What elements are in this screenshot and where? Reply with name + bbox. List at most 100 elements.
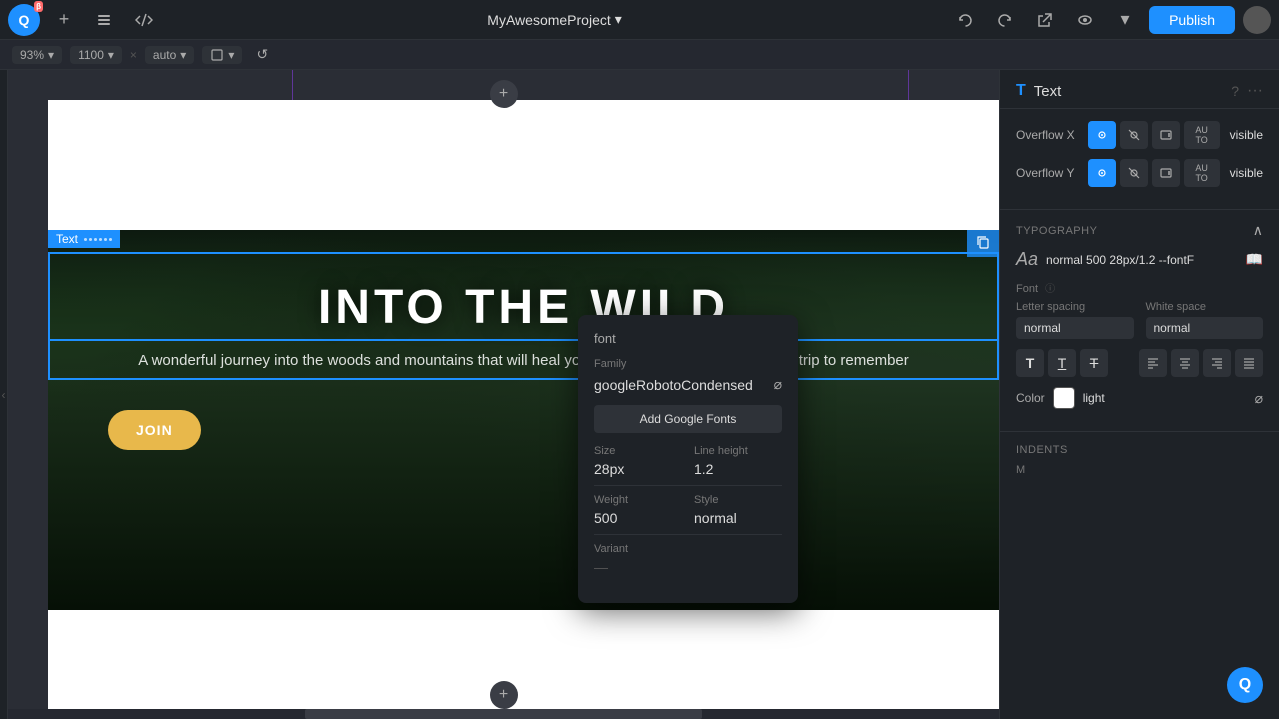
avatar[interactable]	[1243, 6, 1271, 34]
width-control[interactable]: 1100 ▾	[70, 46, 122, 64]
canvas-hscrollbar[interactable]	[8, 709, 999, 719]
spacing-row: Letter spacing White space	[1016, 301, 1263, 339]
text-type-icon: T	[1016, 82, 1026, 100]
ruler-bar: 93% ▾ 1100 ▾ × auto ▾ ▾ ↺	[0, 40, 1279, 70]
right-panel: T Text ? ··· Overflow X	[999, 70, 1279, 719]
typography-label: TYPOGRAPHY	[1016, 225, 1097, 237]
color-link-icon[interactable]: ⌀	[1255, 390, 1263, 407]
overflow-y-visible-btn[interactable]	[1088, 159, 1116, 187]
bold-button[interactable]: T	[1016, 349, 1044, 377]
font-family-row: googleRobotoCondensed ⌀	[594, 376, 782, 393]
add-section-bottom[interactable]: +	[490, 681, 518, 709]
font-family-section: Family googleRobotoCondensed ⌀	[594, 358, 782, 393]
zoom-control[interactable]: 93% ▾	[12, 46, 62, 64]
join-button[interactable]: JOIN	[108, 410, 201, 450]
font-style-col: Style normal	[694, 494, 782, 526]
preview-more-button[interactable]: ▾	[1109, 4, 1141, 36]
overflow-y-value: visible	[1230, 166, 1263, 180]
indents-label: INDENTS	[1016, 444, 1263, 456]
hero-section: Text INTO THE WI	[48, 230, 999, 610]
layers-button[interactable]	[88, 4, 120, 36]
font-link-icon[interactable]: ⌀	[774, 376, 782, 393]
hero-section-wrapper[interactable]: Text INTO THE WI	[48, 230, 999, 600]
export-button[interactable]	[1029, 4, 1061, 36]
typography-section: TYPOGRAPHY ∧ Aa normal 500 28px/1.2 --fo…	[1000, 210, 1279, 432]
color-swatch[interactable]	[1053, 387, 1075, 409]
overflow-x-section: Overflow X	[1000, 109, 1279, 210]
overflow-x-scroll-btn[interactable]	[1152, 121, 1180, 149]
align-justify-button[interactable]	[1235, 349, 1263, 377]
height-control[interactable]: auto ▾	[145, 46, 194, 64]
redo-button[interactable]	[989, 4, 1021, 36]
color-row: Color light ⌀	[1016, 387, 1263, 409]
font-weight-style-row: Weight 500 Style normal	[594, 494, 782, 526]
align-right-button[interactable]	[1203, 349, 1231, 377]
topbar-right: ▾ Publish	[949, 4, 1271, 36]
panel-header: T Text ? ···	[1000, 70, 1279, 109]
more-options-icon[interactable]: ···	[1247, 82, 1263, 100]
color-label: Color	[1016, 391, 1045, 405]
font-size-col: Size 28px	[594, 445, 682, 477]
typography-header: TYPOGRAPHY ∧	[1016, 222, 1263, 239]
underline-button[interactable]: T	[1048, 349, 1076, 377]
font-variant-section: Variant —	[594, 543, 782, 575]
white-space-input[interactable]	[1146, 317, 1264, 339]
letter-spacing-col: Letter spacing	[1016, 301, 1134, 339]
font-divider-2	[594, 534, 782, 535]
hero-subtitle[interactable]: A wonderful journey into the woods and m…	[48, 350, 999, 373]
code-button[interactable]	[128, 4, 160, 36]
overflow-x-label: Overflow X	[1016, 128, 1075, 142]
overflow-x-visible-btn[interactable]	[1088, 121, 1116, 149]
canvas-area[interactable]: + Text	[8, 70, 999, 719]
overflow-x-hidden-btn[interactable]	[1120, 121, 1148, 149]
overflow-x-controls: AUTO visible	[1088, 121, 1263, 149]
text-format-row: T T T	[1016, 349, 1263, 377]
font-sublabel: Font ⓘ	[1016, 280, 1263, 295]
font-size-line-height-row: Size 28px Line height 1.2	[594, 445, 782, 477]
typography-collapse-button[interactable]: ∧	[1253, 222, 1263, 239]
align-left-button[interactable]	[1139, 349, 1167, 377]
overflow-y-hidden-btn[interactable]	[1120, 159, 1148, 187]
sidebar-collapse[interactable]: ‹	[2, 388, 6, 402]
copy-element-button[interactable]	[967, 230, 999, 257]
overflow-y-controls: AUTO visible	[1088, 159, 1263, 187]
font-display-row: Aa normal 500 28px/1.2 --fontF 📖	[1016, 249, 1263, 270]
topbar-center: MyAwesomeProject ▾	[168, 11, 941, 28]
help-chat-button[interactable]: Q	[1227, 667, 1263, 703]
indents-section: INDENTS M	[1000, 432, 1279, 488]
project-name[interactable]: MyAwesomeProject ▾	[487, 11, 621, 28]
letter-spacing-input[interactable]	[1016, 317, 1134, 339]
topbar: Q β + MyAwesomeProject ▾	[0, 0, 1279, 40]
rotate-button[interactable]: ↺	[250, 43, 274, 67]
overflow-y-auto-btn[interactable]: AUTO	[1184, 159, 1220, 187]
color-value: light	[1083, 391, 1247, 405]
preview-button[interactable]	[1069, 4, 1101, 36]
help-icon[interactable]: ?	[1231, 83, 1239, 99]
publish-button[interactable]: Publish	[1149, 6, 1235, 34]
undo-button[interactable]	[949, 4, 981, 36]
strikethrough-button[interactable]: T	[1080, 349, 1108, 377]
font-aa-label: Aa	[1016, 249, 1038, 270]
frame-control[interactable]: ▾	[202, 46, 242, 64]
letter-spacing-label: Letter spacing	[1016, 301, 1134, 313]
add-section-top[interactable]: +	[490, 80, 518, 108]
overflow-x-auto-btn[interactable]: AUTO	[1184, 121, 1220, 149]
overflow-y-scroll-btn[interactable]	[1152, 159, 1180, 187]
font-book-icon[interactable]: 📖	[1246, 251, 1263, 268]
align-center-button[interactable]	[1171, 349, 1199, 377]
left-sidebar: ‹	[0, 70, 8, 719]
font-family-value: googleRobotoCondensed	[594, 377, 753, 393]
hero-title[interactable]: INTO THE WILD	[48, 280, 999, 341]
drag-handle[interactable]	[84, 238, 112, 241]
main-layout: ‹ + Text	[0, 70, 1279, 719]
hscroll-thumb[interactable]	[305, 709, 701, 719]
app-logo[interactable]: Q β	[8, 4, 40, 36]
font-details-text: normal 500 28px/1.2 --fontF	[1046, 253, 1238, 267]
overflow-y-label: Overflow Y	[1016, 166, 1074, 180]
family-label: Family	[594, 358, 782, 370]
add-google-fonts-button[interactable]: Add Google Fonts	[594, 405, 782, 433]
panel-title: Text	[1034, 83, 1223, 100]
white-space-label: White space	[1146, 301, 1264, 313]
add-button[interactable]: +	[48, 4, 80, 36]
line-height-col: Line height 1.2	[694, 445, 782, 477]
